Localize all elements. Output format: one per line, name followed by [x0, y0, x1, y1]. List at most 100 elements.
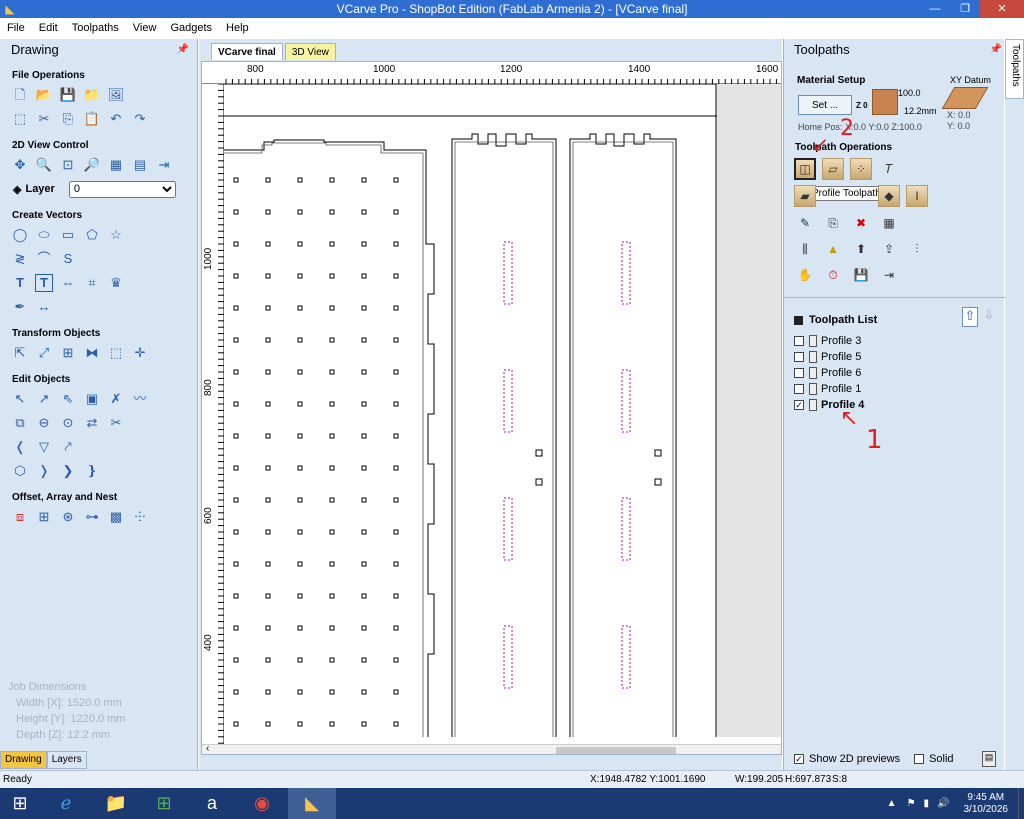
- layer-select[interactable]: 0: [68, 180, 176, 198]
- tray-flag-icon[interactable]: ⚑: [907, 798, 916, 809]
- paste-icon[interactable]: 📋: [83, 110, 101, 128]
- subtract-icon[interactable]: ⊖: [35, 414, 53, 432]
- pen-icon[interactable]: ✒: [11, 298, 29, 316]
- view-tile-icon[interactable]: ▤: [131, 156, 149, 174]
- tab-3d-view[interactable]: 3D View: [284, 43, 336, 60]
- tab-layers[interactable]: Layers: [46, 751, 87, 769]
- select-all-icon[interactable]: ⬚: [11, 110, 29, 128]
- drilling-toolpath-button[interactable]: ⁘: [850, 158, 872, 180]
- export-icon[interactable]: ⇥: [878, 264, 900, 286]
- zoom-extents-icon[interactable]: ⊡: [59, 156, 77, 174]
- hand-icon[interactable]: ✋: [794, 264, 816, 286]
- toolpath-checkbox-checked[interactable]: ✓: [794, 400, 804, 410]
- delete-node-icon[interactable]: ✗: [107, 390, 125, 408]
- close-button[interactable]: ✕: [980, 0, 1024, 18]
- rectangle-icon[interactable]: ▭: [59, 226, 77, 244]
- menu-edit[interactable]: Edit: [32, 18, 65, 39]
- texture-toolpath-button[interactable]: I: [906, 185, 928, 207]
- templates-icon[interactable]: ⇪: [878, 238, 900, 260]
- tool-database-icon[interactable]: ⫼: [794, 238, 816, 260]
- curly-icon[interactable]: ❵: [83, 462, 101, 480]
- smooth-icon[interactable]: 〰: [131, 390, 149, 408]
- time-estimate-icon[interactable]: ⏱: [822, 264, 844, 286]
- file-explorer-icon[interactable]: 📁: [92, 788, 140, 819]
- polygon-icon[interactable]: ⬠: [83, 226, 101, 244]
- scroll-left-icon[interactable]: ‹: [206, 743, 209, 754]
- toolpath-checkbox[interactable]: [794, 384, 804, 394]
- preview-all-icon[interactable]: ⬆: [850, 238, 872, 260]
- tab-drawing[interactable]: Drawing: [0, 751, 47, 769]
- delete-toolpath-icon[interactable]: ✖: [850, 212, 872, 234]
- closed-vector-icon[interactable]: ⬡: [11, 462, 29, 480]
- logo-icon[interactable]: ♛: [107, 274, 125, 292]
- select-icon[interactable]: ↖: [11, 390, 29, 408]
- menu-view[interactable]: View: [126, 18, 164, 39]
- weld-icon[interactable]: ⧉: [11, 414, 29, 432]
- edit-toolpath-icon[interactable]: ✎: [794, 212, 816, 234]
- bounding-box-icon[interactable]: ⌗: [83, 274, 101, 292]
- tray-signal-icon[interactable]: ▮: [924, 798, 930, 809]
- merge-icon[interactable]: ⫶: [906, 238, 928, 260]
- xy-datum-icon[interactable]: [941, 87, 989, 109]
- array-along-curve-icon[interactable]: ⊶: [83, 508, 101, 526]
- save-toolpath-icon[interactable]: 💾: [850, 264, 872, 286]
- vcarve-toolpath-button[interactable]: 𝑇: [878, 158, 900, 180]
- pan-icon[interactable]: ✥: [11, 156, 29, 174]
- open-file-icon[interactable]: 📂: [35, 86, 53, 104]
- text-icon[interactable]: T: [11, 274, 29, 292]
- toolpath-item-profile-5[interactable]: Profile 5: [784, 349, 1005, 365]
- dimension-icon[interactable]: ⇔: [59, 274, 77, 292]
- nest-icon[interactable]: ▩: [107, 508, 125, 526]
- star-icon[interactable]: ☆: [107, 226, 125, 244]
- maximize-button[interactable]: ❐: [950, 0, 980, 18]
- copy-icon[interactable]: ⎘: [59, 110, 77, 128]
- toolpath-checkbox[interactable]: [794, 352, 804, 362]
- material-set-button[interactable]: Set ...: [798, 95, 852, 115]
- dogbone-icon[interactable]: ▽: [35, 438, 53, 456]
- vcarve-taskbar-icon[interactable]: ◣: [288, 788, 336, 819]
- calculator-icon[interactable]: ▦: [878, 212, 900, 234]
- view-switch-icon[interactable]: ⇥: [155, 156, 173, 174]
- new-file-icon[interactable]: 🗋: [11, 86, 29, 104]
- side-tab-toolpaths[interactable]: Toolpaths: [1005, 39, 1024, 99]
- extend-icon[interactable]: ⤤: [59, 438, 77, 456]
- windows-start-icon[interactable]: ⊞: [0, 788, 40, 819]
- nest-parts-icon[interactable]: ⸭: [131, 508, 149, 526]
- node-edit-icon[interactable]: ↗: [35, 390, 53, 408]
- minimize-button[interactable]: —: [920, 0, 950, 18]
- horizontal-scrollbar[interactable]: ‹: [202, 743, 781, 754]
- solid-checkbox[interactable]: [914, 754, 925, 764]
- move-down-button[interactable]: ⇩: [981, 307, 997, 327]
- move-icon[interactable]: ⇱: [11, 344, 29, 362]
- zoom-icon[interactable]: 🔍: [35, 156, 53, 174]
- trim-icon[interactable]: ✂: [107, 414, 125, 432]
- inlay-toolpath-button[interactable]: ▰: [794, 185, 816, 207]
- show-2d-previews-checkbox[interactable]: ✓: [794, 754, 804, 764]
- fillet-icon[interactable]: ❬: [11, 438, 29, 456]
- toolpath-checkbox[interactable]: [794, 368, 804, 378]
- bracket-icon[interactable]: ❭: [35, 462, 53, 480]
- tab-vcarve-final[interactable]: VCarve final: [211, 43, 283, 60]
- scale-icon[interactable]: ⤢: [35, 344, 53, 362]
- ellipse-icon[interactable]: ⬭: [35, 226, 53, 244]
- tray-volume-icon[interactable]: 🔊: [937, 798, 949, 809]
- show-desktop-button[interactable]: [1018, 788, 1024, 819]
- bitmap-trace-icon[interactable]: ▣: [83, 390, 101, 408]
- text-on-curve-icon[interactable]: T: [35, 274, 53, 292]
- join-icon[interactable]: ⇄: [83, 414, 101, 432]
- vector-canvas[interactable]: [224, 84, 781, 737]
- zoom-selection-icon[interactable]: 🔎: [83, 156, 101, 174]
- move-up-button[interactable]: ⇧: [962, 307, 978, 327]
- intersect-icon[interactable]: ⊙: [59, 414, 77, 432]
- array-copy-icon[interactable]: ⊞: [35, 508, 53, 526]
- copy-toolpath-icon[interactable]: ⎘: [822, 212, 844, 234]
- menu-file[interactable]: File: [0, 18, 32, 39]
- prism-toolpath-button[interactable]: ◆: [878, 185, 900, 207]
- arc-icon[interactable]: ⌒: [35, 250, 53, 268]
- amazon-icon[interactable]: a: [188, 788, 236, 819]
- toolpath-item-profile-3[interactable]: Profile 3: [784, 333, 1005, 349]
- menu-gadgets[interactable]: Gadgets: [163, 18, 219, 39]
- toolpath-checkbox[interactable]: [794, 336, 804, 346]
- view-split-icon[interactable]: ▦: [107, 156, 125, 174]
- tray-arrow-icon[interactable]: ▲: [887, 798, 897, 809]
